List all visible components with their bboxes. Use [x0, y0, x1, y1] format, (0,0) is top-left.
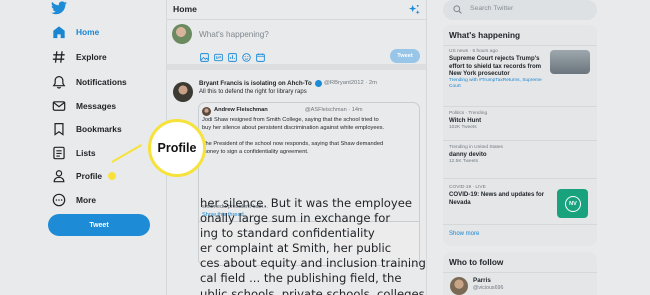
- verified-badge-icon: [315, 80, 322, 87]
- more-icon: [51, 192, 67, 208]
- trend-thumbnail[interactable]: [550, 50, 590, 74]
- divider: [443, 140, 597, 141]
- sidebar-item-label: Home: [76, 27, 100, 37]
- search-icon: [453, 5, 462, 14]
- search-placeholder: Search Twitter: [470, 5, 514, 12]
- callout-pointer-dot: [108, 172, 116, 180]
- article-text-line: er complaint at Smith, her public: [200, 241, 392, 256]
- quoted-author: Andrew Fleischman: [214, 107, 268, 113]
- trend-count: 12.5K Tweets: [449, 158, 478, 164]
- who-to-follow-panel: Who to follow Parris @vicious696: [443, 252, 597, 295]
- trend-count: 102K Tweets: [449, 124, 477, 130]
- trend-item[interactable]: Trending in United States danny devito 1…: [449, 145, 591, 165]
- trend-title: danny devito: [449, 151, 487, 158]
- article-text-line: her silence. But it was the employee: [200, 196, 413, 210]
- tweet-author[interactable]: Bryant Francis is isolating on Ahch-To: [199, 80, 312, 87]
- avatar[interactable]: [172, 24, 192, 44]
- tweet-text: All this to defend the right for library…: [199, 89, 307, 95]
- sidebar-item-label: Profile: [76, 171, 103, 181]
- sidebar-item-bookmarks[interactable]: Bookmarks: [51, 119, 122, 139]
- compose-input[interactable]: What's happening?: [199, 30, 269, 39]
- gif-icon[interactable]: [214, 53, 223, 62]
- sidebar-item-lists[interactable]: Lists: [51, 143, 96, 163]
- search-input[interactable]: Search Twitter: [443, 0, 597, 20]
- trend-title: Supreme Court rejects Trump's effort to …: [449, 55, 542, 77]
- trend-item[interactable]: COVID-19 · LIVE COVID-19: News and updat…: [449, 185, 549, 206]
- sidebar-item-label: Bookmarks: [76, 124, 122, 134]
- panel-title: What's happening: [449, 30, 521, 40]
- twitter-bird-logo-icon[interactable]: [51, 1, 67, 15]
- sidebar-item-profile[interactable]: Profile: [51, 166, 102, 186]
- article-text-line: ing to standard confidentiality: [200, 226, 375, 241]
- bell-icon: [51, 74, 67, 90]
- poll-icon[interactable]: [228, 53, 237, 62]
- article-text-line: ublic schools, private schools, colleges: [200, 286, 425, 295]
- left-navigation: Home Explore Notifications Messages Book…: [0, 0, 166, 295]
- sidebar-item-label: More: [76, 195, 97, 205]
- quoted-text-line: money to sign a confidentiality agreemen…: [202, 149, 309, 155]
- sidebar-item-home[interactable]: Home: [51, 22, 99, 42]
- trend-item[interactable]: US news · 5 hours ago Supreme Court reje…: [449, 49, 549, 90]
- divider: [443, 272, 597, 273]
- home-icon: [51, 24, 67, 40]
- avatar[interactable]: [173, 82, 193, 102]
- sidebar-item-messages[interactable]: Messages: [51, 96, 116, 116]
- schedule-icon[interactable]: [256, 53, 265, 62]
- sidebar-item-label: Lists: [76, 148, 96, 158]
- quoted-text-line: buy her silence about persistent discrim…: [202, 125, 385, 131]
- sidebar-item-label: Notifications: [76, 77, 127, 87]
- sidebar-item-notifications[interactable]: Notifications: [51, 72, 127, 92]
- quoted-handle: @ASFleischman · 14m: [305, 107, 363, 113]
- quoted-text-line: The President of the school now responds…: [202, 141, 384, 147]
- profile-callout: Profile: [148, 119, 206, 177]
- trend-item[interactable]: Politics · Trending Witch Hunt 102K Twee…: [449, 111, 591, 131]
- emoji-icon[interactable]: [242, 53, 251, 62]
- trend-tags: Trending with #TrumpTaxReturns, Supreme …: [449, 77, 542, 89]
- nevada-badge: NV: [565, 196, 581, 212]
- list-icon: [51, 145, 67, 161]
- quoted-text-line: Jodi Shaw resigned from Smith College, s…: [202, 117, 379, 123]
- divider: [443, 178, 597, 179]
- timeline-header: Home: [167, 0, 426, 20]
- sparkle-icon[interactable]: [409, 4, 420, 15]
- hashtag-icon: [51, 49, 67, 65]
- sidebar-item-label: Messages: [76, 101, 117, 111]
- page-title: Home: [173, 4, 197, 14]
- avatar: [202, 107, 211, 116]
- divider: [443, 224, 597, 225]
- article-text-line: ces about equity and inclusion training: [200, 256, 426, 271]
- avatar[interactable]: [450, 277, 468, 295]
- tweet-handle[interactable]: @RBryant2012 · 2m: [324, 80, 377, 86]
- tweet-composer: What's happening? Tweet: [167, 20, 426, 70]
- compose-tweet-button[interactable]: Tweet: [390, 49, 420, 63]
- follow-suggestion-handle: @vicious696: [473, 285, 504, 291]
- envelope-icon: [51, 98, 67, 114]
- trend-title: COVID-19: News and updates for Nevada: [449, 191, 545, 206]
- whats-happening-panel: What's happening US news · 5 hours ago S…: [443, 25, 597, 246]
- sidebar-item-explore[interactable]: Explore: [51, 47, 107, 67]
- trend-title: Witch Hunt: [449, 117, 482, 124]
- bookmark-icon: [51, 121, 67, 137]
- callout-label: Profile: [157, 141, 197, 155]
- article-image-text: her silence. But it was the employee ona…: [200, 196, 426, 295]
- sidebar-item-label: Explore: [76, 52, 107, 62]
- article-text-line: onally large sum in exchange for: [200, 211, 391, 226]
- trend-thumbnail[interactable]: NV: [557, 189, 588, 218]
- person-icon: [51, 168, 67, 184]
- divider: [443, 45, 597, 46]
- image-icon[interactable]: [200, 53, 209, 62]
- follow-suggestion-name[interactable]: Parris: [473, 277, 491, 284]
- panel-title: Who to follow: [449, 257, 504, 267]
- tweet-button[interactable]: Tweet: [48, 214, 150, 236]
- article-text-line: cal field ... the publishing field, the: [200, 271, 402, 286]
- divider: [443, 106, 597, 107]
- sidebar-item-more[interactable]: More: [51, 190, 96, 210]
- show-more-link[interactable]: Show more: [449, 231, 479, 237]
